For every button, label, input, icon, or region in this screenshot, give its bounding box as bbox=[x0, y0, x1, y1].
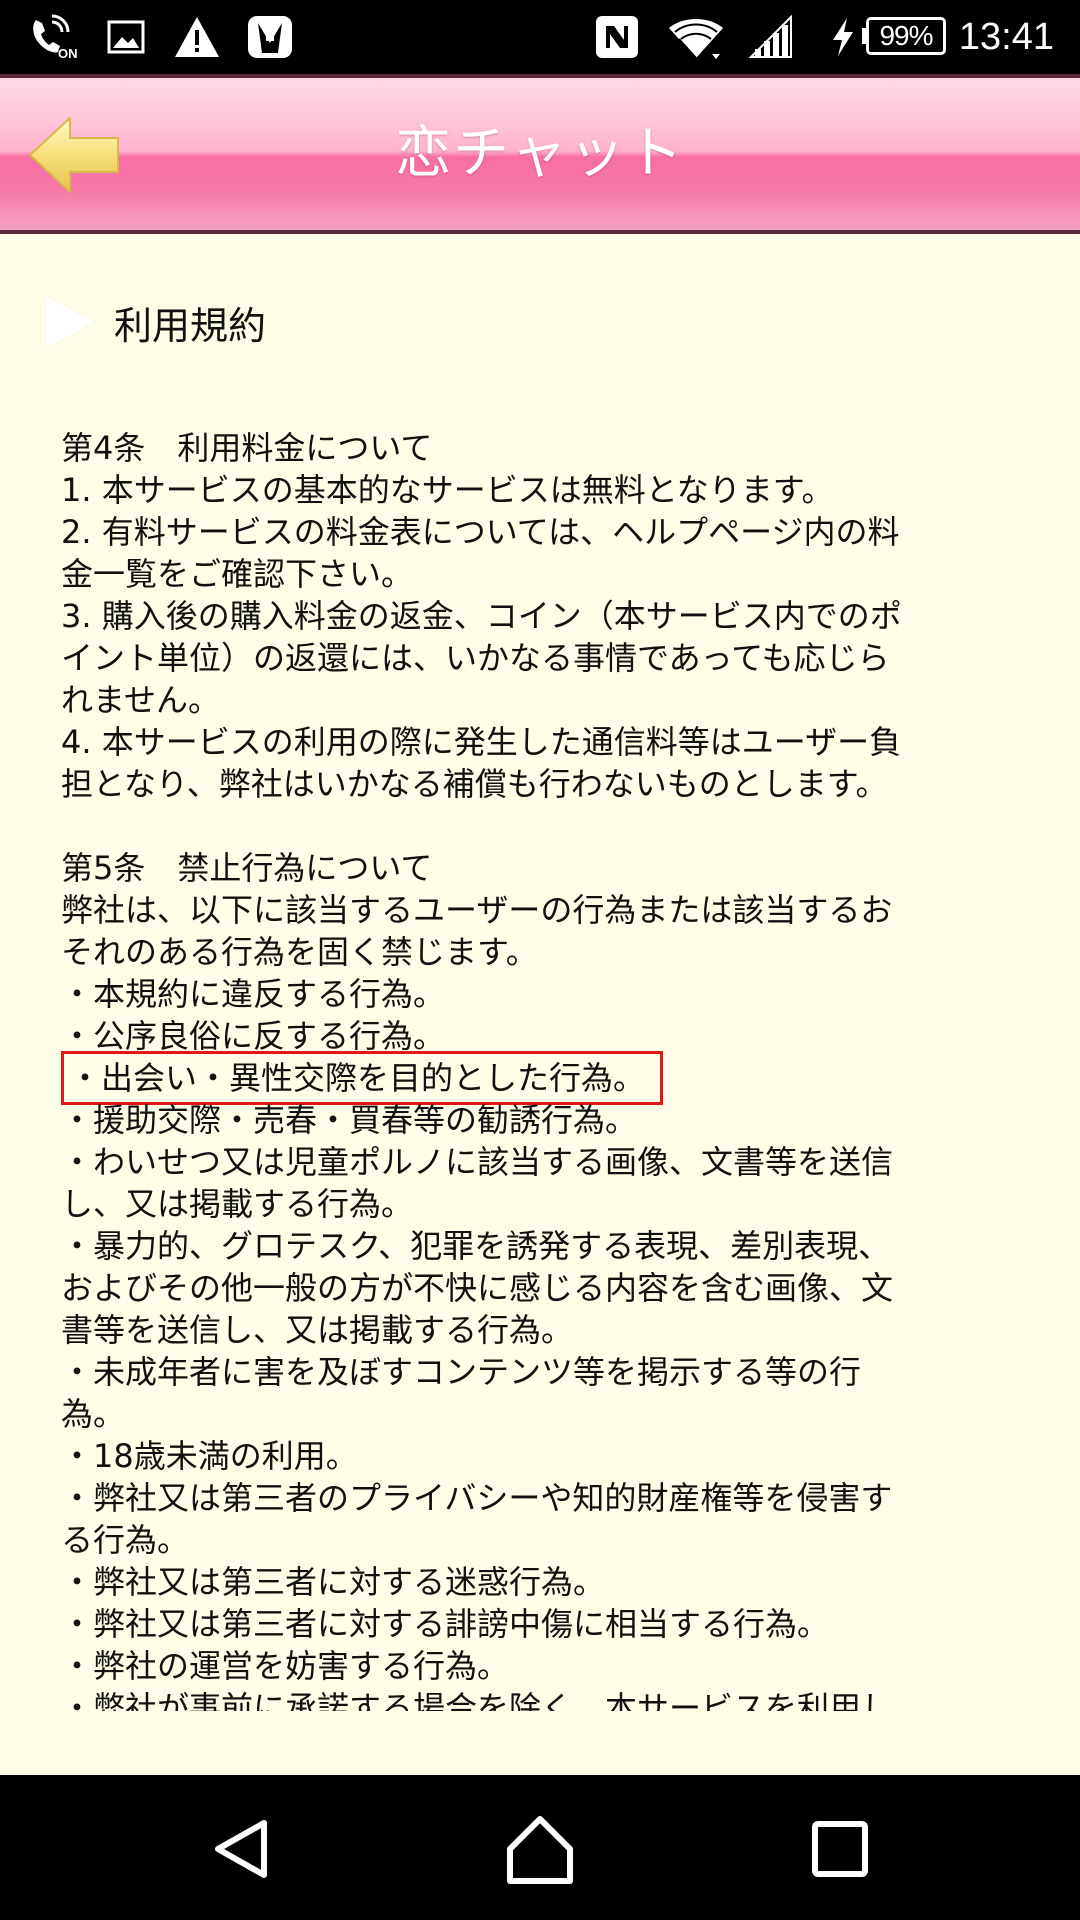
terms-line: ・本規約に違反する行為。 bbox=[61, 975, 446, 1013]
clock: 13:41 bbox=[958, 16, 1054, 58]
terms-line: ・弊社又は第三者に対する迷惑行為。 bbox=[61, 1563, 606, 1601]
nav-back-button[interactable] bbox=[192, 1799, 292, 1899]
terms-line: ・弊社の運営を妨害する行為。 bbox=[61, 1647, 510, 1685]
terms-line: ・弊社が事前に承諾する場合を除く、本サービスを利用し bbox=[61, 1689, 894, 1711]
recents-square-icon bbox=[812, 1821, 868, 1877]
terms-line: 弊社は、以下に該当するユーザーの行為または該当するお bbox=[61, 891, 893, 929]
app-title: 恋チャット bbox=[395, 121, 685, 186]
terms-line-highlighted: ・出会い・異性交際を目的とした行為。 bbox=[61, 1051, 1021, 1105]
terms-line: 金一覧をご確認下さい。 bbox=[61, 555, 414, 593]
terms-line: ・弊社又は第三者のプライバシーや知的財産権等を侵害す bbox=[61, 1479, 893, 1517]
terms-line: イント単位）の返還には、いかなる事情であっても応じら bbox=[61, 639, 890, 677]
terms-line: 第4条 利用料金について bbox=[61, 429, 433, 467]
terms-text-scroll[interactable]: 第4条 利用料金について 1. 本サービスの基本的なサービスは無料となります。 2.… bbox=[61, 427, 1021, 1711]
terms-line: 3. 購入後の購入料金の返金、コイン（本サービス内でのポ bbox=[61, 597, 902, 635]
terms-line: れません。 bbox=[61, 681, 221, 719]
play-arrow-icon bbox=[46, 296, 94, 348]
home-icon bbox=[507, 1816, 573, 1884]
terms-line: 担となり、弊社はいかなる補償も行わないものとします。 bbox=[61, 765, 888, 803]
terms-line: 2. 有料サービスの料金表については、ヘルプページ内の料 bbox=[61, 513, 900, 551]
terms-line: 第5条 禁止行為について bbox=[61, 849, 433, 887]
terms-line: ・未成年者に害を及ぼすコンテンツ等を掲示する等の行 bbox=[61, 1353, 862, 1391]
signal-icon bbox=[748, 14, 794, 60]
navigation-bar bbox=[0, 1775, 1080, 1920]
terms-line: る行為。 bbox=[61, 1521, 190, 1559]
nav-home-button[interactable] bbox=[490, 1799, 590, 1899]
battery-level: 99% bbox=[879, 20, 933, 51]
back-triangle-icon bbox=[215, 1820, 267, 1878]
charging-icon bbox=[828, 14, 858, 60]
terms-line: 為。 bbox=[61, 1395, 126, 1433]
terms-line: 4. 本サービスの利用の際に発生した通信料等はユーザー負 bbox=[61, 723, 902, 761]
nav-recents-button[interactable] bbox=[790, 1799, 890, 1899]
volte-on-icon: ON bbox=[26, 14, 80, 60]
wifi-icon bbox=[666, 14, 726, 60]
section-heading: 利用規約 bbox=[46, 290, 266, 354]
tuxedo-icon bbox=[244, 14, 296, 60]
highlight-box: ・出会い・異性交際を目的とした行為。 bbox=[61, 1051, 664, 1105]
terms-line: ・弊社又は第三者に対する誹謗中傷に相当する行為。 bbox=[61, 1605, 830, 1643]
terms-line: ・暴力的、グロテスク、犯罪を誘発する表現、差別表現、 bbox=[61, 1227, 891, 1265]
terms-line: およびその他一般の方が不快に感じる内容を含む画像、文 bbox=[61, 1269, 894, 1307]
terms-line: し、又は掲載する行為。 bbox=[61, 1185, 414, 1223]
svg-text:ON: ON bbox=[58, 46, 78, 60]
status-bar: ON 99% 13:41 bbox=[0, 0, 1080, 74]
terms-line: ・わいせつ又は児童ポルノに該当する画像、文書等を送信 bbox=[61, 1143, 894, 1181]
nfc-icon bbox=[592, 14, 642, 60]
warning-icon bbox=[172, 14, 222, 60]
terms-line: ・援助交際・売春・買春等の勧誘行為。 bbox=[61, 1101, 638, 1139]
terms-line: ・18歳未満の利用。 bbox=[61, 1437, 358, 1475]
section-title: 利用規約 bbox=[114, 303, 267, 348]
terms-line: 書等を送信し、又は掲載する行為。 bbox=[61, 1311, 574, 1349]
terms-line: 1. 本サービスの基本的なサービスは無料となります。 bbox=[61, 471, 834, 509]
terms-line: ・公序良俗に反する行為。 bbox=[61, 1017, 446, 1055]
image-icon bbox=[106, 14, 146, 60]
app-header: 恋チャット bbox=[0, 74, 1080, 234]
terms-line: それのある行為を固く禁じます。 bbox=[61, 933, 538, 971]
battery-indicator: 99% bbox=[866, 17, 946, 55]
